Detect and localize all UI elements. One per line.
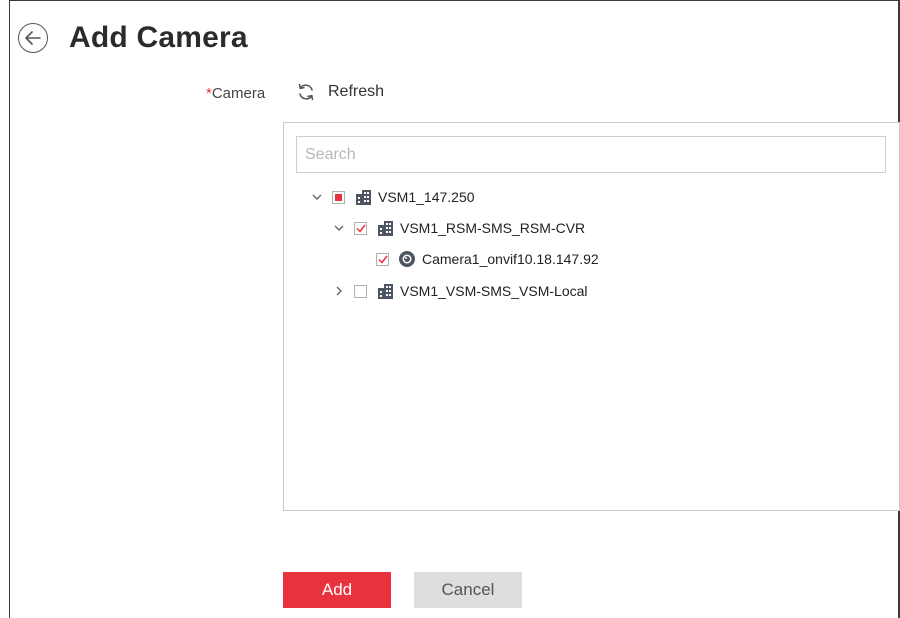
tree-node-site[interactable]: VSM1_147.250 <box>310 185 475 209</box>
arrow-left-icon <box>25 31 41 45</box>
camera-field-label: *Camera <box>206 85 265 102</box>
building-icon <box>378 283 393 299</box>
tree-node-camera[interactable]: Camera1_onvif10.18.147.92 <box>376 247 599 271</box>
cancel-button[interactable]: Cancel <box>414 572 522 608</box>
camera-label-text: Camera <box>211 85 266 102</box>
page-title: Add Camera <box>69 21 248 54</box>
tree-checkbox-checked[interactable] <box>354 221 367 235</box>
refresh-icon <box>298 83 314 101</box>
chevron-down-icon[interactable] <box>332 221 346 235</box>
tree-checkbox-partial[interactable] <box>332 190 345 204</box>
add-button[interactable]: Add <box>283 572 391 608</box>
tree-checkbox-unchecked[interactable] <box>354 284 367 298</box>
window-frame-top <box>9 0 900 1</box>
back-button[interactable] <box>18 23 48 53</box>
chevron-down-icon[interactable] <box>310 190 324 204</box>
camera-icon <box>399 251 415 267</box>
window-frame-left <box>9 0 10 618</box>
tree-node-server[interactable]: VSM1_RSM-SMS_RSM-CVR <box>332 216 585 240</box>
building-icon <box>356 189 371 205</box>
camera-tree-panel: VSM1_147.250 VSM1_RSM-SMS_RSM-CVR <box>283 122 900 511</box>
search-input[interactable] <box>296 136 886 173</box>
tree-checkbox-checked[interactable] <box>376 252 389 266</box>
tree-node-label: VSM1_147.250 <box>378 189 475 205</box>
tree-node-label: VSM1_VSM-SMS_VSM-Local <box>400 283 588 299</box>
tree-node-label: Camera1_onvif10.18.147.92 <box>422 251 599 267</box>
tree-node-server[interactable]: VSM1_VSM-SMS_VSM-Local <box>332 279 588 303</box>
building-icon <box>378 220 393 236</box>
chevron-right-icon[interactable] <box>332 284 346 298</box>
refresh-button[interactable]: Refresh <box>296 82 384 102</box>
tree-node-label: VSM1_RSM-SMS_RSM-CVR <box>400 220 586 236</box>
refresh-label: Refresh <box>328 83 385 100</box>
page-header: Add Camera <box>18 14 248 62</box>
